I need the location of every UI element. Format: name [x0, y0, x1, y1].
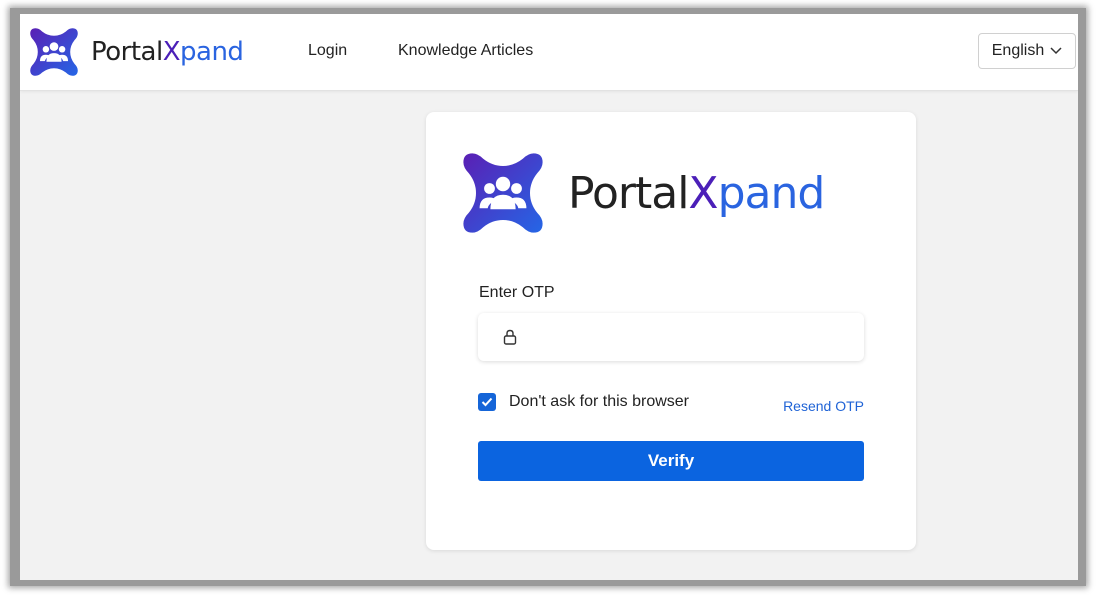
browser-viewport: PortalXpand Login Knowledge Articles Eng…	[20, 14, 1078, 580]
language-selector[interactable]: English	[978, 33, 1076, 69]
otp-field-label: Enter OTP	[479, 284, 555, 301]
remember-browser-option[interactable]: Don't ask for this browser	[478, 393, 689, 411]
chevron-down-icon	[1050, 47, 1062, 55]
portalxpand-logo-icon	[463, 153, 543, 233]
remember-browser-checkbox[interactable]	[478, 393, 496, 411]
remember-browser-label: Don't ask for this browser	[509, 393, 690, 410]
nav-knowledge-articles-link[interactable]: Knowledge Articles	[398, 42, 533, 60]
header-brand-name: PortalXpand	[91, 37, 244, 67]
otp-field-container	[478, 313, 864, 361]
otp-verification-card: PortalXpand Enter OTP Don't ask for this…	[426, 112, 916, 550]
resend-otp-link[interactable]: Resend OTP	[783, 398, 864, 414]
portalxpand-logo-icon	[30, 28, 78, 76]
nav-login-link[interactable]: Login	[308, 42, 347, 60]
card-brand-name: PortalXpand	[568, 167, 825, 219]
checkmark-icon	[481, 397, 493, 407]
card-brand-logo: PortalXpand	[458, 148, 825, 238]
otp-input[interactable]	[527, 316, 852, 358]
top-navigation-bar: PortalXpand Login Knowledge Articles Eng…	[20, 14, 1078, 91]
header-brand-logo[interactable]: PortalXpand	[27, 25, 244, 79]
lock-icon	[503, 329, 517, 345]
verify-button[interactable]: Verify	[478, 441, 864, 481]
screenshot-frame: PortalXpand Login Knowledge Articles Eng…	[10, 8, 1086, 586]
language-selected-label: English	[991, 42, 1045, 59]
